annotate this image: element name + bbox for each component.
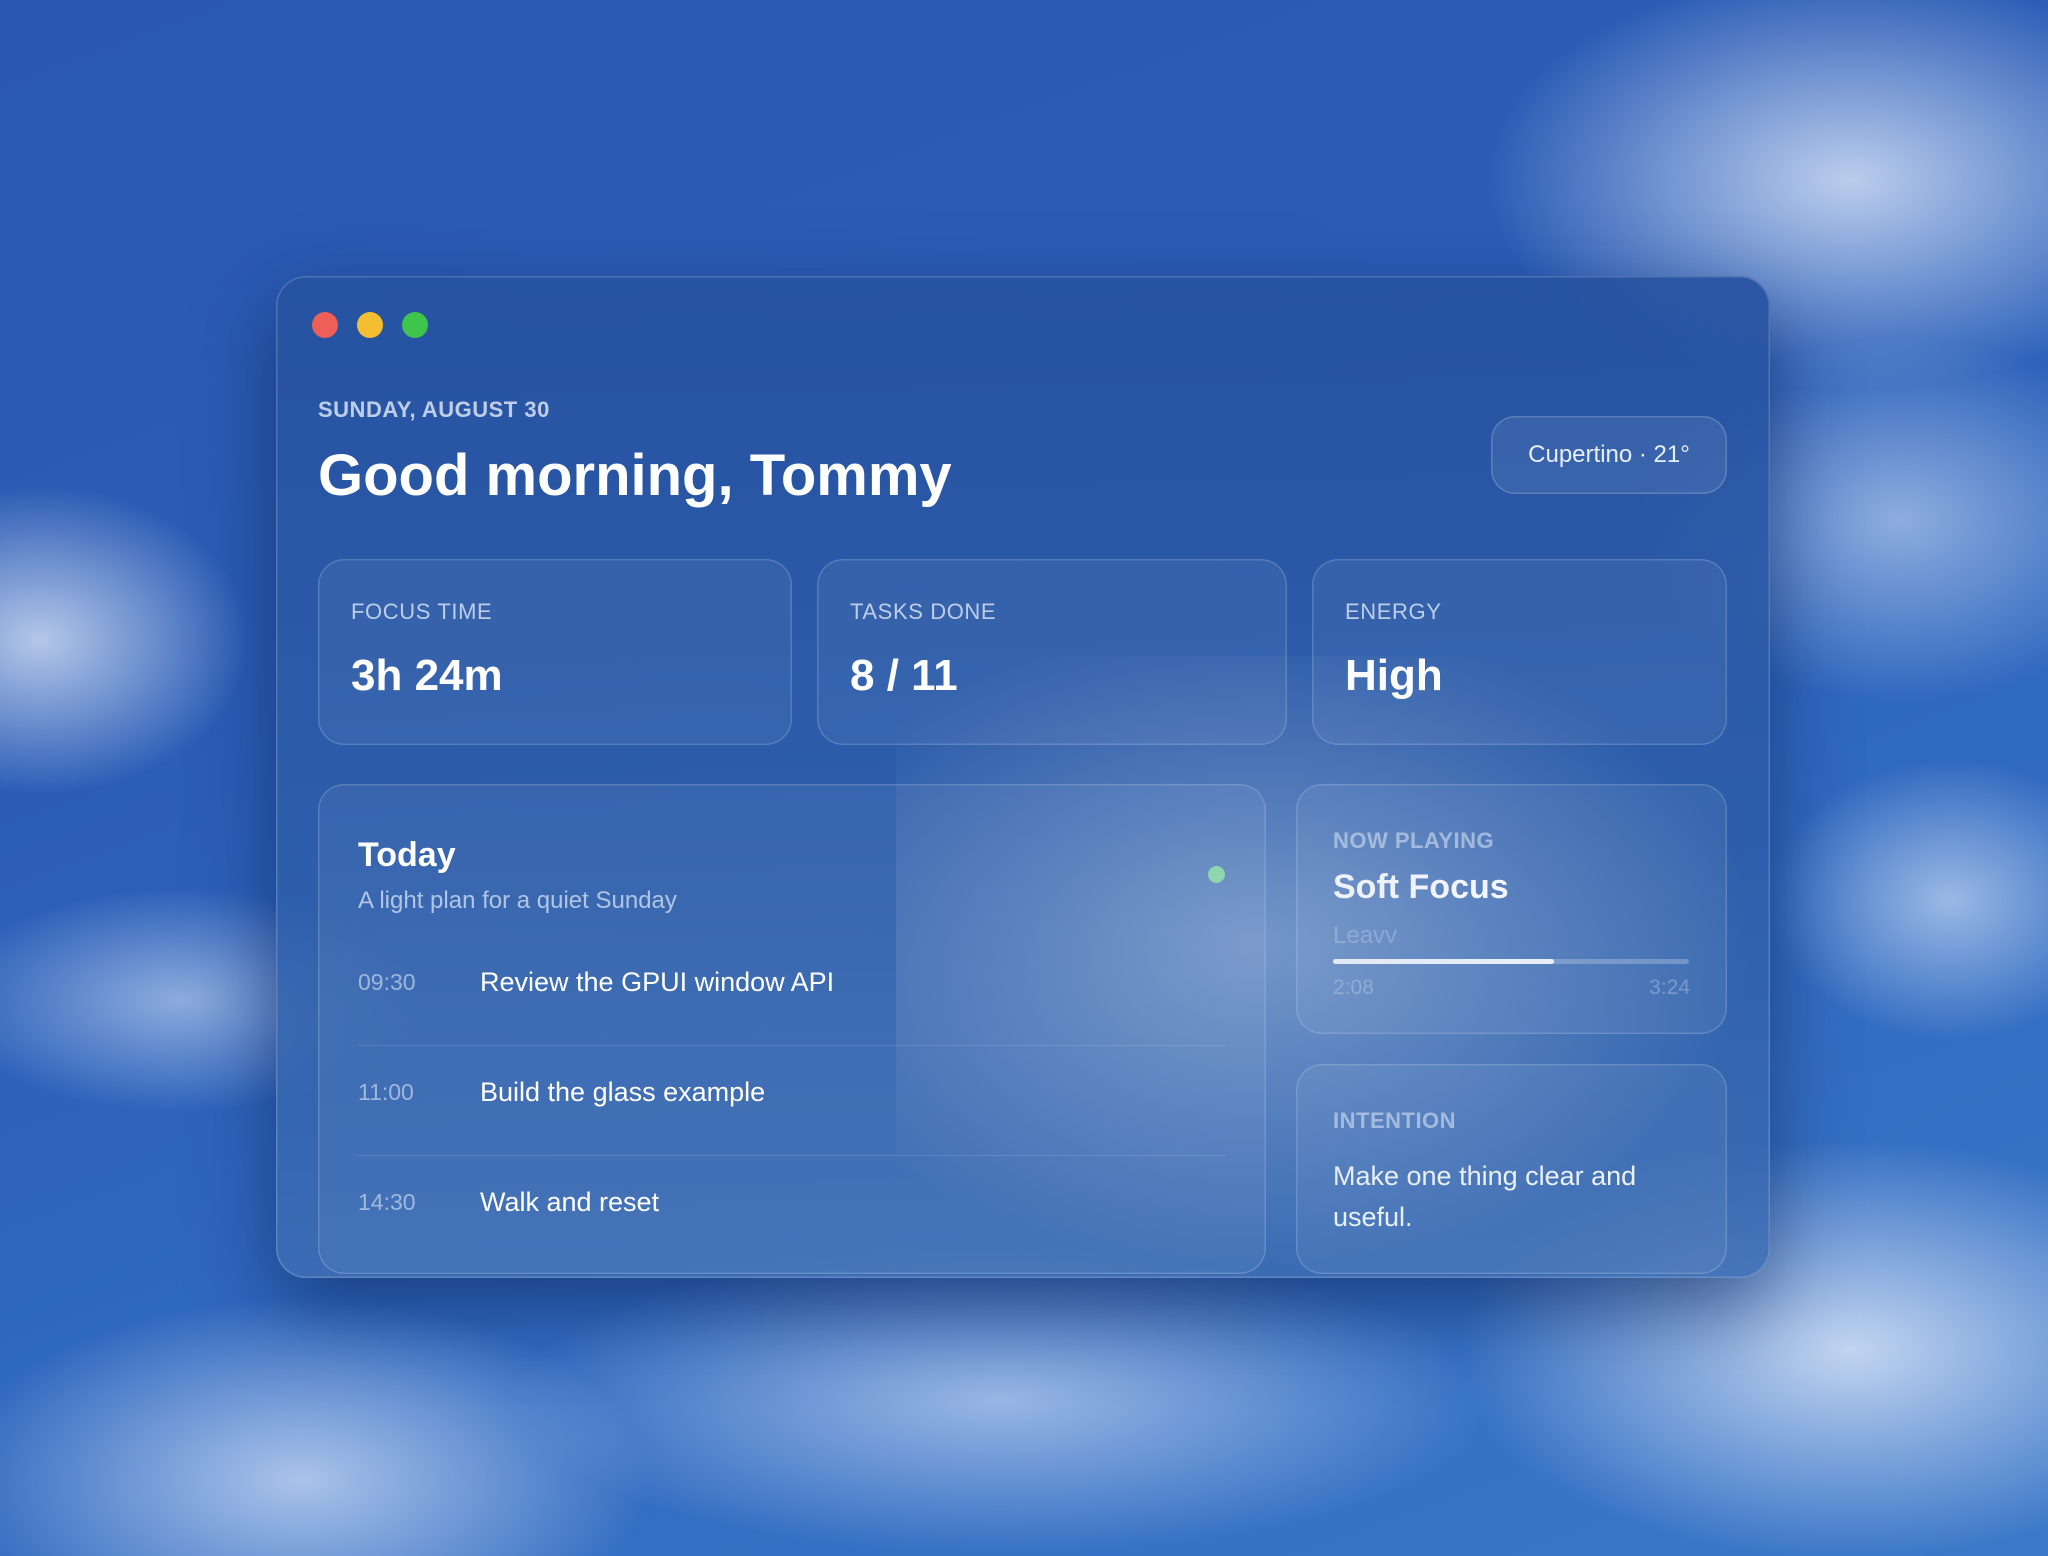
weather-pill[interactable]: Cupertino · 21° (1491, 416, 1727, 494)
stat-value: 3h 24m (351, 651, 503, 700)
now-playing-label: NOW PLAYING (1333, 828, 1495, 853)
schedule-item[interactable]: 09:30 Review the GPUI window API (358, 936, 1226, 1046)
date-label: SUNDAY, AUGUST 30 (318, 397, 550, 422)
today-subtitle: A light plan for a quiet Sunday (358, 887, 677, 914)
elapsed-time: 2:08 (1333, 976, 1374, 999)
schedule-time: 11:00 (358, 1079, 414, 1105)
schedule-time: 14:30 (358, 1189, 416, 1215)
schedule-task: Build the glass example (480, 1077, 766, 1107)
today-panel: Today A light plan for a quiet Sunday 09… (318, 784, 1266, 1274)
schedule-task: Review the GPUI window API (480, 967, 835, 997)
schedule-task: Walk and reset (480, 1187, 660, 1217)
close-button[interactable] (312, 312, 338, 338)
schedule-item[interactable]: 14:30 Walk and reset (358, 1156, 1226, 1265)
stat-card-energy: ENERGY High (1312, 559, 1727, 745)
playback-progress-fill (1333, 959, 1554, 964)
desktop-wallpaper: SUNDAY, AUGUST 30 Good morning, Tommy Cu… (0, 0, 2048, 1556)
stat-label: FOCUS TIME (351, 599, 493, 624)
stat-value: High (1345, 651, 1443, 700)
playback-progress-bar[interactable] (1333, 959, 1689, 964)
minimize-button[interactable] (357, 312, 383, 338)
dashboard-window: SUNDAY, AUGUST 30 Good morning, Tommy Cu… (276, 276, 1770, 1278)
track-title: Soft Focus (1333, 868, 1509, 906)
intention-panel: INTENTION Make one thing clear and usefu… (1296, 1064, 1727, 1274)
stat-label: TASKS DONE (850, 599, 997, 624)
status-indicator-icon (1208, 866, 1225, 883)
intention-text: Make one thing clear and useful. (1333, 1161, 1637, 1232)
stat-card-focus-time: FOCUS TIME 3h 24m (318, 559, 792, 745)
schedule-list: 09:30 Review the GPUI window API 11:00 B… (358, 936, 1226, 1265)
track-artist: Leavv (1333, 922, 1398, 949)
stat-value: 8 / 11 (850, 651, 958, 700)
intention-label: INTENTION (1333, 1108, 1457, 1133)
window-controls (312, 312, 428, 338)
now-playing-panel[interactable]: NOW PLAYING Soft Focus Leavv 2:08 3:24 (1296, 784, 1727, 1034)
today-title: Today (358, 836, 456, 874)
schedule-time: 09:30 (358, 969, 416, 995)
zoom-button[interactable] (402, 312, 428, 338)
schedule-item[interactable]: 11:00 Build the glass example (358, 1046, 1226, 1156)
stat-card-tasks-done: TASKS DONE 8 / 11 (817, 559, 1287, 745)
page-title: Good morning, Tommy (318, 443, 952, 508)
total-time: 3:24 (1649, 976, 1690, 999)
stat-label: ENERGY (1345, 599, 1442, 624)
